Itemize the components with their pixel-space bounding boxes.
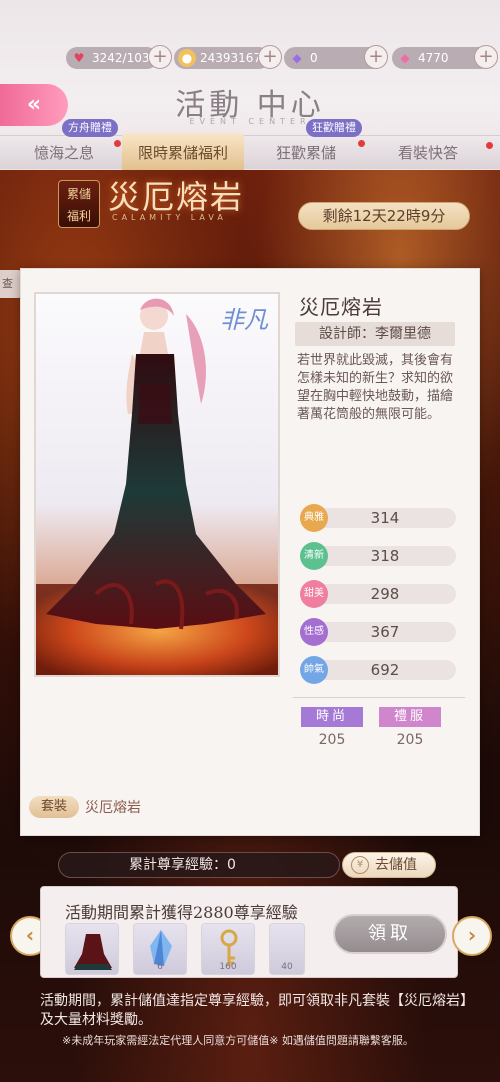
top-header: ♥ 3242/103 + ● 24393167 + ◆ 0 + ◆ 4770 +… — [0, 0, 500, 170]
yen-coin-icon: ¥ — [351, 856, 369, 874]
tag-fashion: 時尚 — [301, 707, 363, 727]
side-view-tab[interactable]: 查 — [0, 270, 22, 298]
tag-gown: 禮服 — [379, 707, 441, 727]
rarity-mark: 非凡 — [220, 306, 268, 334]
chevron-left-icon: ‹ — [25, 923, 35, 947]
outfit-detail-panel: 非凡 災厄熔岩 設計師：李爾里德 若世界就此毀滅，其後會有怎樣未知的新生？求知的… — [20, 268, 480, 836]
notification-dot — [114, 140, 121, 147]
ark-gift-badge: 方舟贈禮 — [62, 119, 118, 137]
next-reward-button[interactable]: › — [452, 916, 492, 956]
add-pink-diamond-button[interactable]: + — [474, 45, 498, 69]
reward-card: 活動期間累計獲得2880尊享經驗 6 160 40 領取 — [40, 886, 458, 978]
stat-elegant: 314 典雅 — [300, 504, 456, 532]
notification-dot — [358, 140, 365, 147]
stamina-counter: ♥ 3242/103 — [66, 47, 158, 69]
purple-diamond-icon: ◆ — [292, 51, 302, 65]
reward-item-gold-key[interactable]: 160 — [201, 923, 255, 975]
countdown-timer: 剩餘12天22時9分 — [298, 202, 470, 230]
legal-note: ※未成年玩家需經法定代理人同意方可儲值※ 如遇儲值問題請聯繫客服。 — [62, 1034, 414, 1047]
tab-memory-sea[interactable]: 憶海之息 — [10, 136, 118, 170]
exp-progress-bar: 累計尊享經驗：0 — [58, 852, 340, 878]
claim-button[interactable]: 領取 — [333, 914, 447, 954]
set-badge: 套裝 — [29, 796, 79, 818]
recharge-button[interactable]: ¥ 去儲值 — [342, 852, 436, 878]
stat-cool: 692 帥氣 — [300, 656, 456, 684]
cat-coin-icon: ● — [178, 49, 196, 67]
outfit-name: 災厄熔岩 — [299, 295, 383, 319]
event-title: 災厄熔岩 — [108, 178, 245, 216]
event-info-text: 活動期間，累計儲值達指定尊享經驗，即可領取非凡套裝【災厄熔岩】及大量材料獎勵。 — [40, 993, 467, 1028]
gown-illustration — [36, 298, 278, 675]
add-purple-diamond-button[interactable]: + — [364, 45, 388, 69]
reward-title: 活動期間累計獲得2880尊享經驗 — [65, 903, 298, 922]
tag-fashion-value: 205 — [318, 732, 346, 748]
notification-dot — [486, 142, 493, 149]
carnival-gift-badge: 狂歡贈禮 — [306, 119, 362, 137]
reward-item-gown[interactable] — [65, 923, 119, 975]
heart-icon: ♥ — [73, 51, 85, 65]
elegant-icon: 典雅 — [300, 504, 328, 532]
divider — [293, 697, 465, 698]
outfit-portrait: 非凡 — [34, 292, 280, 677]
tab-bar: 憶海之息 方舟贈禮 限時累儲福利 狂歡累儲 狂歡贈禮 看裝快答 — [0, 119, 500, 170]
event-subtitle: CALAMITY LAVA — [112, 213, 227, 222]
stat-fresh: 318 清新 — [300, 542, 456, 570]
tab-carnival-recharge[interactable]: 狂歡累儲 — [252, 136, 360, 170]
reward-item-blue-crystal[interactable]: 6 — [133, 923, 187, 975]
cool-icon: 帥氣 — [300, 656, 328, 684]
gold-counter: ● 24393167 — [174, 47, 270, 69]
reward-item-partial[interactable]: 40 — [269, 923, 305, 975]
chevron-right-icon: › — [467, 923, 477, 947]
set-name[interactable]: 災厄熔岩 — [85, 797, 141, 817]
gown-icon — [74, 934, 112, 970]
stat-sweet: 298 甜美 — [300, 580, 456, 608]
designer-label: 設計師：李爾里德 — [295, 322, 455, 346]
outfit-description: 若世界就此毀滅，其後會有怎樣未知的新生？求知的欲望在胸中輕快地鼓動，描繪著萬花筒… — [297, 353, 454, 422]
tab-outfit-quiz[interactable]: 看裝快答 — [372, 136, 484, 170]
sweet-icon: 甜美 — [300, 580, 328, 608]
pink-diamond-icon: ◆ — [400, 51, 410, 65]
stat-sexy: 367 性感 — [300, 618, 456, 646]
add-gold-button[interactable]: + — [258, 45, 282, 69]
add-stamina-button[interactable]: + — [148, 45, 172, 69]
sexy-icon: 性感 — [300, 618, 328, 646]
tab-limited-recharge[interactable]: 限時累儲福利 — [122, 133, 244, 170]
tag-gown-value: 205 — [396, 732, 424, 748]
fresh-icon: 清新 — [300, 542, 328, 570]
event-logo: 累儲 福利 — [58, 180, 100, 228]
